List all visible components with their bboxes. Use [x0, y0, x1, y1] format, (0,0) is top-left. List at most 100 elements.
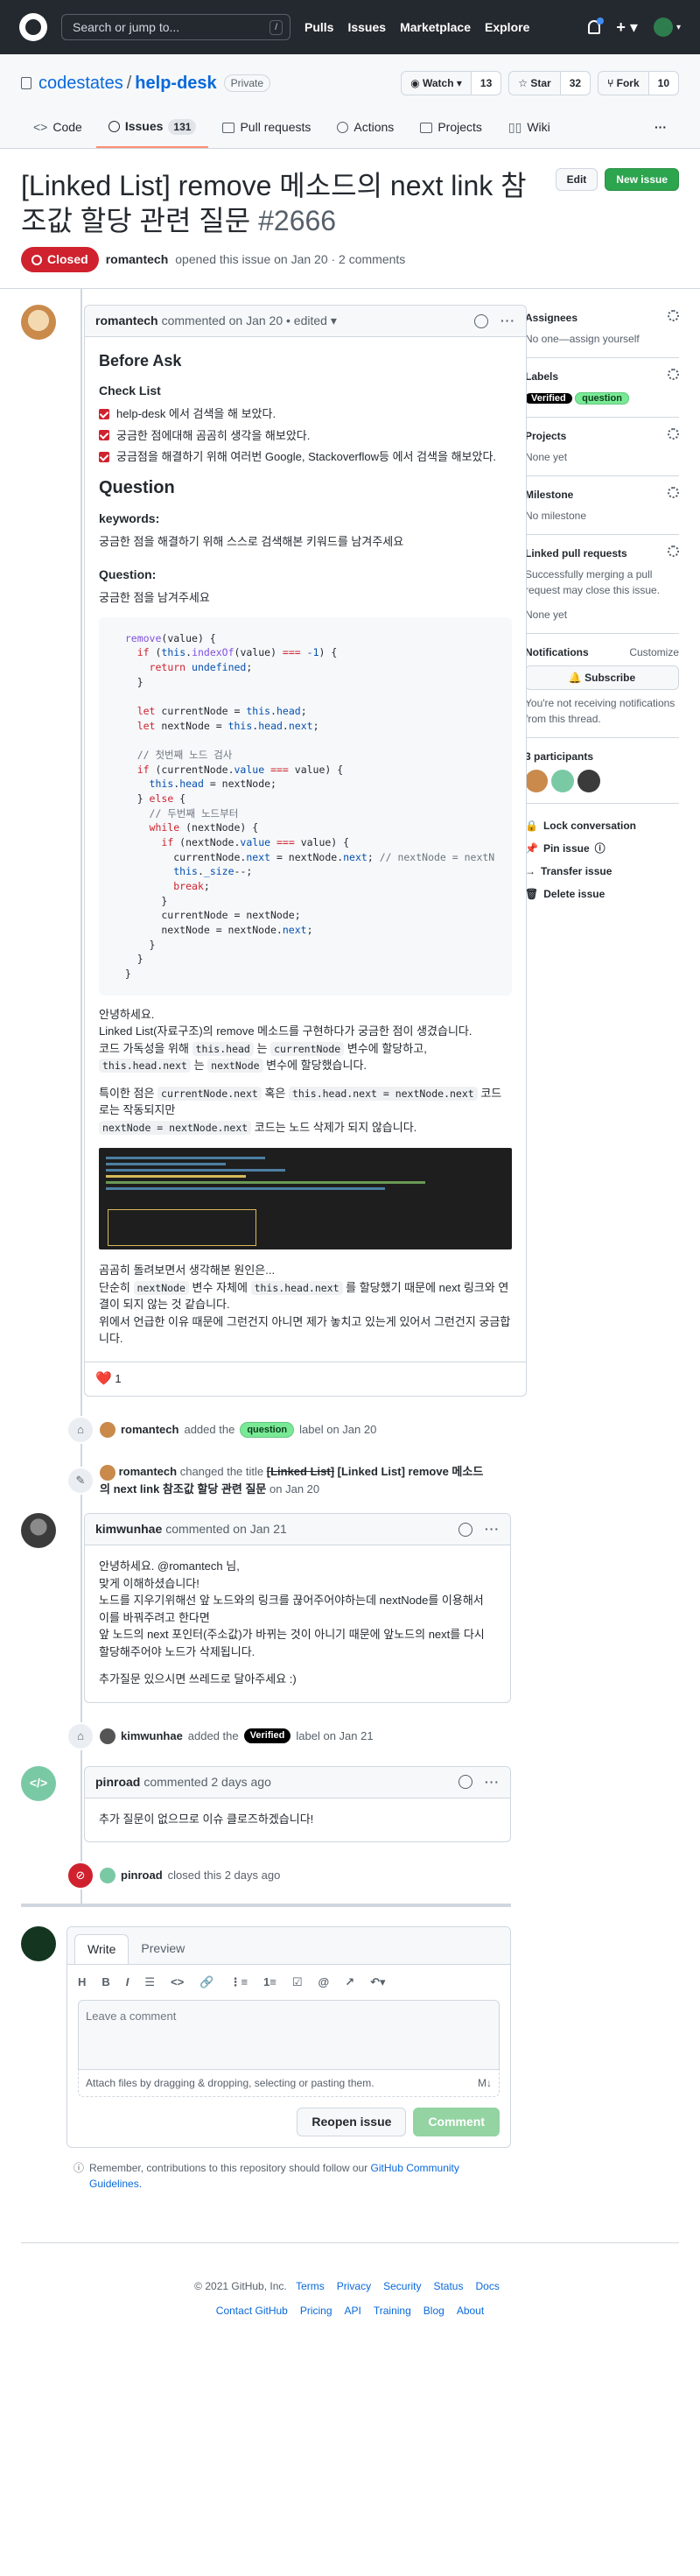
nav-pulls[interactable]: Pulls	[304, 18, 333, 37]
label-verified[interactable]: Verified	[525, 393, 572, 404]
avatar[interactable]	[100, 1464, 116, 1481]
delete-issue-button[interactable]: 🗑 Delete issue	[525, 886, 679, 902]
pin-issue-button[interactable]: 📌 Pin issue ⓘ	[525, 841, 679, 856]
tab-write[interactable]: Write	[74, 1934, 130, 1965]
quote-icon[interactable]: ☰	[144, 1974, 155, 1991]
repo-owner-link[interactable]: codestates	[38, 70, 123, 96]
subscribe-button[interactable]: 🔔 Subscribe	[525, 665, 679, 690]
gear-icon[interactable]	[668, 310, 679, 321]
fork-button[interactable]: ⑂ Fork 10	[598, 71, 679, 95]
footer-link-security[interactable]: Security	[383, 2280, 421, 2292]
gear-icon[interactable]	[668, 427, 679, 440]
nav-marketplace[interactable]: Marketplace	[400, 18, 471, 37]
footer-link-training[interactable]: Training	[374, 2305, 411, 2317]
footer-link-status[interactable]: Status	[433, 2280, 463, 2292]
markdown-icon[interactable]: M↓	[478, 2075, 492, 2091]
repo-name-link[interactable]: help-desk	[135, 70, 216, 96]
reopen-issue-button[interactable]: Reopen issue	[297, 2107, 407, 2136]
assignees-value[interactable]: No one—assign yourself	[525, 333, 640, 345]
nav-issues[interactable]: Issues	[347, 18, 386, 37]
gear-icon[interactable]	[668, 486, 679, 498]
user-menu[interactable]: ▾	[653, 18, 681, 37]
search-input[interactable]: Search or jump to... /	[61, 14, 290, 40]
comment-button[interactable]: Comment	[413, 2107, 500, 2136]
avatar[interactable]	[100, 1728, 116, 1744]
bold-icon[interactable]: B	[102, 1974, 109, 1991]
unordered-list-icon[interactable]: ⋮≡	[229, 1974, 248, 1991]
star-button[interactable]: ☆ Star 32	[508, 71, 592, 95]
add-reaction-icon[interactable]	[474, 313, 488, 328]
task-list-icon[interactable]: ☑	[292, 1974, 303, 1991]
event-user[interactable]: romantech	[121, 1421, 178, 1439]
avatar[interactable]	[551, 769, 574, 792]
label-question[interactable]: question	[240, 1421, 295, 1439]
footer-link-terms[interactable]: Terms	[296, 2280, 325, 2292]
comment-author[interactable]: romantech	[95, 312, 158, 330]
comment-author[interactable]: kimwunhae	[95, 1520, 162, 1538]
avatar[interactable]	[525, 769, 548, 792]
code-screenshot-image[interactable]	[99, 1148, 512, 1250]
tab-code[interactable]: <> Code	[21, 110, 94, 148]
footer-link-docs[interactable]: Docs	[475, 2280, 499, 2292]
watch-button[interactable]: ◉ Watch ▾ 13	[401, 71, 502, 95]
footer-link-privacy[interactable]: Privacy	[337, 2280, 371, 2292]
tab-projects[interactable]: Projects	[408, 110, 494, 148]
chevron-down-icon: ▾	[676, 22, 681, 32]
lock-conversation-button[interactable]: 🔒 Lock conversation	[525, 818, 679, 834]
github-logo-icon[interactable]	[19, 13, 47, 41]
tab-wiki[interactable]: ▯▯ Wiki	[496, 110, 563, 148]
action-label: Pin issue	[542, 841, 590, 855]
file-attach-area[interactable]: Attach files by dragging & dropping, sel…	[78, 2069, 500, 2097]
heart-reaction-button[interactable]: ❤️ 1	[95, 1369, 122, 1390]
reply-icon[interactable]: ↶▾	[370, 1974, 385, 1991]
gear-icon[interactable]	[668, 545, 679, 557]
footer-link-about[interactable]: About	[457, 2305, 484, 2317]
comment-options-icon[interactable]: ···	[500, 312, 515, 330]
event-user[interactable]: pinroad	[121, 1867, 163, 1884]
tab-issues[interactable]: Issues 131	[95, 110, 209, 148]
gear-icon[interactable]	[668, 369, 679, 380]
ordered-list-icon[interactable]: 1≡	[263, 1974, 276, 1991]
avatar[interactable]	[100, 1868, 116, 1884]
comment-options-icon[interactable]: ···	[485, 1520, 500, 1538]
footer-link-blog[interactable]: Blog	[424, 2305, 444, 2317]
nav-explore[interactable]: Explore	[485, 18, 529, 37]
label-verified[interactable]: Verified	[243, 1728, 291, 1743]
reference-icon[interactable]: ↗	[345, 1974, 354, 1991]
transfer-issue-button[interactable]: → Transfer issue	[525, 863, 679, 879]
notifications-bell-icon[interactable]	[588, 18, 605, 34]
comment-options-icon[interactable]: ···	[485, 1773, 500, 1791]
label-question[interactable]: question	[575, 392, 629, 405]
avatar[interactable]	[21, 305, 56, 340]
link-icon[interactable]: 🔗	[200, 1974, 214, 1991]
issue-author-link[interactable]: romantech	[106, 250, 169, 269]
comment-textarea[interactable]: Leave a comment	[78, 1999, 500, 2070]
avatar[interactable]	[578, 769, 600, 792]
comment-author[interactable]: pinroad	[95, 1773, 140, 1791]
tab-preview[interactable]: Preview	[129, 1934, 197, 1964]
chevron-down-icon[interactable]: ▾	[331, 312, 337, 330]
footer-link-api[interactable]: API	[345, 2305, 361, 2317]
customize-link[interactable]: Customize	[629, 644, 679, 660]
tab-issues-label: Issues	[124, 119, 164, 133]
avatar[interactable]	[21, 1513, 56, 1549]
italic-icon[interactable]: I	[126, 1974, 130, 1991]
footer-link-pricing[interactable]: Pricing	[300, 2305, 332, 2317]
create-new-plus-icon[interactable]: + ▾	[616, 16, 638, 39]
event-user[interactable]: romantech	[119, 1465, 177, 1478]
tab-actions[interactable]: Actions	[325, 110, 406, 148]
edit-title-button[interactable]: Edit	[555, 168, 598, 191]
heading-icon[interactable]: H	[78, 1974, 86, 1991]
add-reaction-icon[interactable]	[458, 1522, 472, 1537]
mention-icon[interactable]: @	[318, 1974, 330, 1991]
more-tabs-button[interactable]: ···	[642, 110, 679, 148]
footer-link-contact[interactable]: Contact GitHub	[216, 2305, 288, 2317]
tab-pull-requests[interactable]: Pull requests	[210, 110, 323, 148]
new-issue-button[interactable]: New issue	[605, 168, 679, 191]
sidebar-labels: Labels Verified question	[525, 358, 679, 418]
add-reaction-icon[interactable]	[458, 1775, 472, 1790]
event-user[interactable]: kimwunhae	[121, 1728, 183, 1745]
code-icon[interactable]: <>	[171, 1974, 184, 1991]
avatar[interactable]: </>	[21, 1765, 56, 1801]
avatar[interactable]	[100, 1422, 116, 1439]
